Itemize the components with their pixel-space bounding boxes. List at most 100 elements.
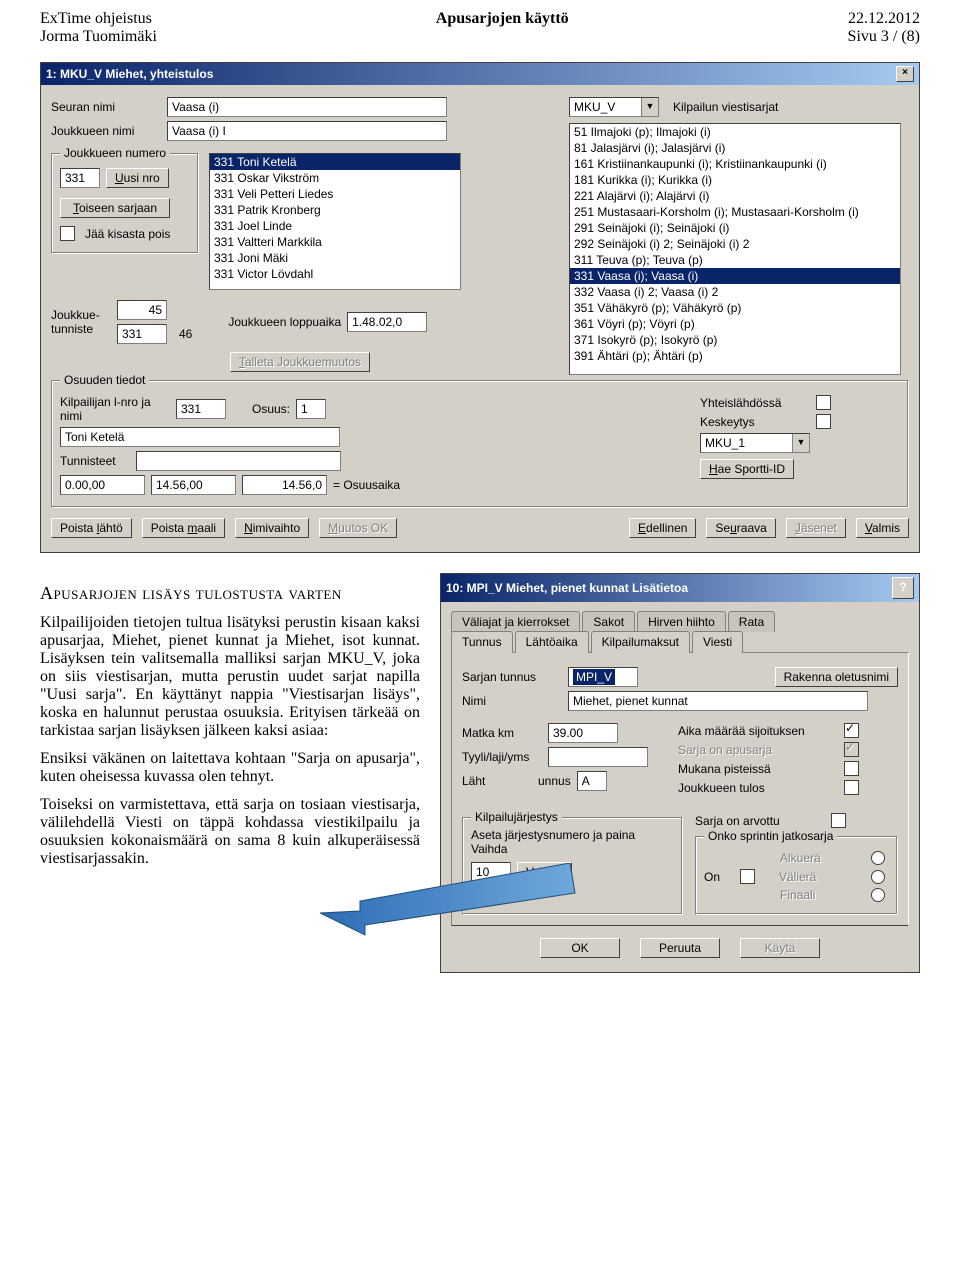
- list-item[interactable]: 371 Isokyrö (p); Isokyrö (p): [570, 332, 900, 348]
- field-osuus[interactable]: 1: [296, 399, 326, 419]
- btn-uusi-nro[interactable]: Uusi nro: [106, 168, 169, 188]
- field-kilp-nimi[interactable]: Toni Ketelä: [60, 427, 340, 447]
- list-item[interactable]: 291 Seinäjoki (i); Seinäjoki (i): [570, 220, 900, 236]
- radio-alkuera: [871, 851, 885, 865]
- list-item[interactable]: 331 Veli Petteri Liedes: [210, 186, 460, 202]
- field-t1[interactable]: 0.00,00: [60, 475, 145, 495]
- window-team-editor: 1: MKU_V Miehet, yhteistulos × Seuran ni…: [40, 62, 920, 553]
- listbox-series[interactable]: 51 Ilmajoki (p); Ilmajoki (i)81 Jalasjär…: [569, 123, 901, 375]
- grp-onko: Onko sprintin jatkosarja: [704, 829, 837, 843]
- btn-toiseen-sarjaan[interactable]: Toiseen sarjaan: [60, 198, 170, 218]
- chk-yht[interactable]: [816, 395, 831, 410]
- list-item[interactable]: 361 Vöyri (p); Vöyri (p): [570, 316, 900, 332]
- list-item[interactable]: 221 Alajärvi (i); Alajärvi (i): [570, 188, 900, 204]
- arrow-annotation: [320, 863, 580, 943]
- field-loppuaika[interactable]: 1.48.02,0: [347, 312, 427, 332]
- lbl-jtulos: Joukkueen tulos: [678, 781, 838, 795]
- tab-sakot[interactable]: Sakot: [582, 611, 635, 632]
- lbl-finaali: Finaali: [780, 888, 815, 902]
- field-tyyli[interactable]: [548, 747, 648, 767]
- btn-seuraava[interactable]: Seuraava: [706, 518, 775, 538]
- field-t2[interactable]: 14.56,00: [151, 475, 236, 495]
- tab-hirven-hiihto[interactable]: Hirven hiihto: [637, 611, 726, 632]
- chevron-down-icon[interactable]: ▼: [792, 434, 809, 452]
- lbl-yht: Yhteislähdössä: [700, 396, 810, 410]
- list-item[interactable]: 292 Seinäjoki (i) 2; Seinäjoki (i) 2: [570, 236, 900, 252]
- field-seura[interactable]: Vaasa (i): [167, 97, 447, 117]
- article-p3: Toiseksi on varmistettava, että sarja on…: [40, 796, 420, 868]
- lbl-matka: Matka km: [462, 726, 542, 740]
- list-item[interactable]: 331 Oskar Vikström: [210, 170, 460, 186]
- list-item[interactable]: 331 Joni Mäki: [210, 250, 460, 266]
- chk-mukana[interactable]: [844, 761, 859, 776]
- lbl-aika: Aika määrää sijoituksen: [678, 724, 838, 738]
- list-item[interactable]: 331 Vaasa (i); Vaasa (i): [570, 268, 900, 284]
- chevron-down-icon[interactable]: ▼: [641, 98, 658, 116]
- chk-apusarja: [844, 742, 859, 757]
- tab-rata[interactable]: Rata: [728, 611, 775, 632]
- btn-talleta: Talleta Joukkuemuutos: [230, 352, 370, 372]
- field-joukkue[interactable]: Vaasa (i) I: [167, 121, 447, 141]
- lbl-mukana: Mukana pisteissä: [678, 762, 838, 776]
- btn-valmis[interactable]: Valmis: [856, 518, 909, 538]
- btn-kayta: Käytä: [740, 938, 820, 958]
- list-item[interactable]: 331 Toni Ketelä: [210, 154, 460, 170]
- btn-nimivaihto[interactable]: Nimivaihto: [235, 518, 309, 538]
- chk-jtulos[interactable]: [844, 780, 859, 795]
- list-item[interactable]: 251 Mustasaari-Korsholm (i); Mustasaari-…: [570, 204, 900, 220]
- list-item[interactable]: 331 Joel Linde: [210, 218, 460, 234]
- chk-arvottu[interactable]: [831, 813, 846, 828]
- btn-edellinen[interactable]: Edellinen: [629, 518, 696, 538]
- lbl-tyyli: Tyyli/laji/yms: [462, 750, 542, 764]
- btn-poista-maali[interactable]: Poista maali: [142, 518, 225, 538]
- list-item[interactable]: 391 Ähtäri (p); Ähtäri (p): [570, 348, 900, 364]
- tab-viesti[interactable]: Viesti: [692, 631, 743, 653]
- tab-l-ht-aika[interactable]: Lähtöaika: [515, 631, 589, 653]
- article-heading: Apusarjojen lisäys tulostusta varten: [40, 583, 420, 604]
- tab-kilpailumaksut[interactable]: Kilpailumaksut: [591, 631, 690, 653]
- field-tunnisteet[interactable]: [136, 451, 341, 471]
- chk-jaa-pois[interactable]: [60, 226, 75, 241]
- field-team-number[interactable]: 331: [60, 168, 100, 188]
- article-p2: Ensiksi väkänen on laitettava kohtaan "S…: [40, 750, 420, 786]
- article-p1: Kilpailijoiden tietojen tultua lisätyksi…: [40, 614, 420, 740]
- lbl-viestisarjat: Kilpailun viestisarjat: [673, 100, 778, 114]
- lbl-lahti-partial: Läht: [462, 774, 492, 788]
- lbl-stun: Sarjan tunnus: [462, 670, 562, 684]
- lbl-aseta: Aseta järjestysnumero ja paina Vaihda: [471, 828, 674, 856]
- btn-poista-lahto[interactable]: Poista lähtö: [51, 518, 132, 538]
- list-item[interactable]: 161 Kristiinankaupunki (i); Kristiinanka…: [570, 156, 900, 172]
- lbl-kesk: Keskeytys: [700, 415, 810, 429]
- tab-tunnus[interactable]: Tunnus: [451, 631, 513, 653]
- field-tun-c[interactable]: 331: [117, 324, 167, 344]
- title-1: 1: MKU_V Miehet, yhteistulos: [46, 67, 213, 81]
- field-kilp-nro[interactable]: 331: [176, 399, 226, 419]
- field-ltun[interactable]: A: [577, 771, 607, 791]
- field-stun[interactable]: MPI_V: [573, 669, 615, 685]
- titlebar-2[interactable]: 10: MPI_V Miehet, pienet kunnat Lisätiet…: [441, 574, 919, 602]
- chk-on[interactable]: [740, 869, 755, 884]
- list-item[interactable]: 331 Valtteri Markkila: [210, 234, 460, 250]
- tab-v-liajat-ja-kierrokset[interactable]: Väliajat ja kierrokset: [451, 611, 580, 632]
- list-item[interactable]: 351 Vähäkyrö (p); Vähäkyrö (p): [570, 300, 900, 316]
- btn-peruuta[interactable]: Peruuta: [640, 938, 720, 958]
- field-matka[interactable]: 39.00: [548, 723, 618, 743]
- list-item[interactable]: 332 Vaasa (i) 2; Vaasa (i) 2: [570, 284, 900, 300]
- chk-kesk[interactable]: [816, 414, 831, 429]
- val-tun-b: 46: [179, 327, 192, 341]
- list-item[interactable]: 311 Teuva (p); Teuva (p): [570, 252, 900, 268]
- list-item[interactable]: 81 Jalasjärvi (i); Jalasjärvi (i): [570, 140, 900, 156]
- list-item[interactable]: 51 Ilmajoki (p); Ilmajoki (i): [570, 124, 900, 140]
- listbox-members[interactable]: 331 Toni Ketelä331 Oskar Vikström331 Vel…: [209, 153, 461, 290]
- list-item[interactable]: 331 Patrik Kronberg: [210, 202, 460, 218]
- list-item[interactable]: 181 Kurikka (i); Kurikka (i): [570, 172, 900, 188]
- chk-aika[interactable]: [844, 723, 859, 738]
- close-icon[interactable]: ×: [896, 66, 914, 82]
- titlebar-1[interactable]: 1: MKU_V Miehet, yhteistulos ×: [41, 63, 919, 85]
- lbl-arvottu: Sarja on arvottu: [695, 814, 825, 828]
- btn-hae-sportti[interactable]: Hae Sportti-ID: [700, 459, 794, 479]
- list-item[interactable]: 331 Victor Lövdahl: [210, 266, 460, 282]
- help-icon[interactable]: ?: [892, 577, 914, 599]
- field-nimi[interactable]: Miehet, pienet kunnat: [568, 691, 868, 711]
- btn-rakenna[interactable]: Rakenna oletusnimi: [775, 667, 898, 687]
